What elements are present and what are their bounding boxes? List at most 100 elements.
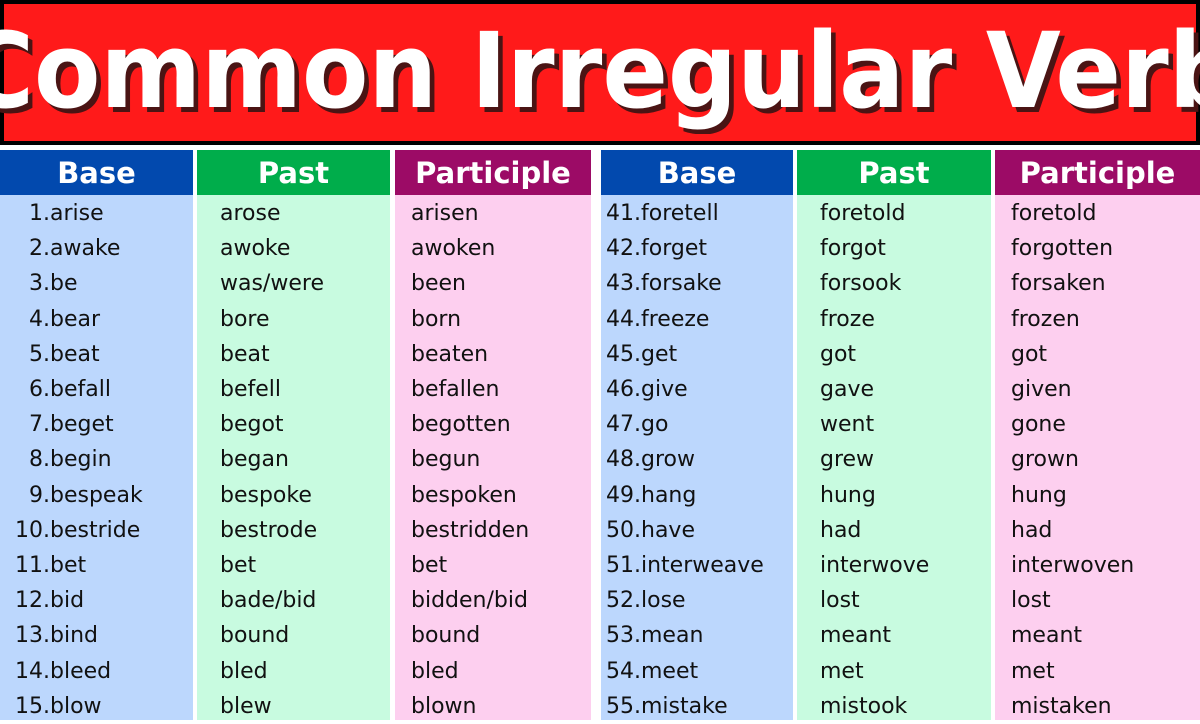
base-cell: 5.beat xyxy=(2,337,100,372)
past-cell: had xyxy=(820,517,862,543)
participle-cell: forsaken xyxy=(1011,271,1106,297)
past-cell: blew xyxy=(220,693,272,719)
past-column-header: Past xyxy=(797,150,991,195)
row-number: 44. xyxy=(606,306,641,332)
past-cell: bled xyxy=(220,658,268,684)
past-cell: was/were xyxy=(220,271,324,297)
row-number: 5. xyxy=(29,341,50,367)
base-verb: mistake xyxy=(641,693,728,719)
participle-column-header: Participle xyxy=(995,150,1200,195)
base-cell: 9.bespeak xyxy=(2,478,143,513)
row-number: 49. xyxy=(606,482,641,508)
past-cell: arose xyxy=(220,201,281,226)
base-verb: begin xyxy=(50,447,112,473)
past-cell: hung xyxy=(820,482,876,508)
row-number: 8. xyxy=(29,447,50,473)
past-cell: awoke xyxy=(220,236,291,262)
base-verb: forsake xyxy=(641,271,722,297)
past-cell: bade/bid xyxy=(220,588,317,614)
participle-cell: begun xyxy=(411,447,481,473)
base-verb: befall xyxy=(50,377,111,402)
base-verb: forget xyxy=(641,236,707,262)
base-cell: 14.bleed xyxy=(2,654,111,689)
row-number: 53. xyxy=(606,623,641,649)
base-cell: 45.get xyxy=(593,337,677,372)
base-verb: interweave xyxy=(641,553,764,578)
base-column: Base 1.arise 2.awake 3.be 4.bear 5.beat 6.befa… xyxy=(0,150,193,720)
base-cell: 43.forsake xyxy=(593,266,722,301)
base-cell: 8.begin xyxy=(2,442,112,477)
base-cell: 13.bind xyxy=(2,618,98,653)
participle-cell: gone xyxy=(1011,412,1066,438)
base-cell: 2.awake xyxy=(2,231,120,266)
participle-cell: begotten xyxy=(411,412,511,438)
participle-cell: bespoken xyxy=(411,482,517,508)
base-verb: bestride xyxy=(50,517,141,543)
row-number: 1. xyxy=(29,201,50,226)
base-cell: 44.freeze xyxy=(593,302,709,337)
base-cell: 1.arise xyxy=(2,196,104,231)
base-cell: 11.bet xyxy=(2,548,86,583)
base-verb: beat xyxy=(50,341,100,367)
row-number: 10. xyxy=(15,517,50,543)
past-cell: bestrode xyxy=(220,517,318,543)
row-number: 11. xyxy=(15,553,50,578)
past-cell: begot xyxy=(220,412,284,438)
row-number: 42. xyxy=(606,236,641,262)
base-cell: 46.give xyxy=(593,372,688,407)
participle-cell: bound xyxy=(411,623,481,649)
row-number: 13. xyxy=(15,623,50,649)
base-verb: grow xyxy=(641,447,695,473)
base-cell: 10.bestride xyxy=(2,513,140,548)
past-cell: forgot xyxy=(820,236,886,262)
participle-column-body: arisen awoken been born beaten befallen begott… xyxy=(395,195,591,720)
verb-table-panel-1: Base 1.arise 2.awake 3.be 4.bear 5.beat 6.befa… xyxy=(0,150,591,720)
row-number: 6. xyxy=(29,377,50,402)
participle-cell: foretold xyxy=(1011,201,1097,226)
base-verb: have xyxy=(641,517,695,543)
row-number: 54. xyxy=(606,658,641,684)
base-cell: 52.lose xyxy=(593,583,686,618)
base-verb: bear xyxy=(50,306,101,332)
participle-cell: mistaken xyxy=(1011,693,1112,719)
base-verb: freeze xyxy=(641,306,710,332)
row-number: 9. xyxy=(29,482,50,508)
participle-cell: had xyxy=(1011,517,1053,543)
participle-column-header: Participle xyxy=(395,150,591,195)
past-cell: froze xyxy=(820,306,875,332)
base-cell: 51.interweave xyxy=(593,548,764,583)
base-cell: 42.forget xyxy=(593,231,707,266)
base-verb: blow xyxy=(50,693,102,719)
base-column-header: Base xyxy=(601,150,793,195)
past-cell: grew xyxy=(820,447,875,473)
row-number: 55. xyxy=(606,693,641,719)
base-cell: 6.befall xyxy=(2,372,111,407)
participle-cell: bidden/bid xyxy=(411,588,528,614)
row-number: 4. xyxy=(29,306,50,332)
participle-cell: beaten xyxy=(411,341,489,367)
base-verb: arise xyxy=(50,201,104,226)
participle-column: Participle arisen awoken been born beaten befa… xyxy=(395,150,591,720)
participle-cell: given xyxy=(1011,377,1072,402)
row-number: 52. xyxy=(606,588,641,614)
past-cell: bound xyxy=(220,623,290,649)
past-column: Past foretold forgot forsook froze got gave wen… xyxy=(797,150,991,720)
base-cell: 48.grow xyxy=(593,442,695,477)
past-cell: meant xyxy=(820,623,892,649)
base-cell: 3.be xyxy=(2,266,78,301)
past-cell: began xyxy=(220,447,289,473)
past-cell: bore xyxy=(220,306,270,332)
title-banner: Common Irregular Verb xyxy=(0,0,1200,145)
participle-cell: forgotten xyxy=(1011,236,1114,262)
base-cell: 12.bid xyxy=(2,583,84,618)
base-verb: give xyxy=(641,377,688,402)
past-cell: lost xyxy=(820,588,860,614)
past-cell: mistook xyxy=(820,693,908,719)
past-cell: gave xyxy=(820,377,875,402)
past-cell: met xyxy=(820,658,864,684)
base-column-body: 1.arise 2.awake 3.be 4.bear 5.beat 6.befall 7.… xyxy=(0,195,193,720)
base-verb: hang xyxy=(641,482,697,508)
base-verb: meet xyxy=(641,658,699,684)
row-number: 12. xyxy=(15,588,50,614)
base-verb: bet xyxy=(50,553,87,578)
